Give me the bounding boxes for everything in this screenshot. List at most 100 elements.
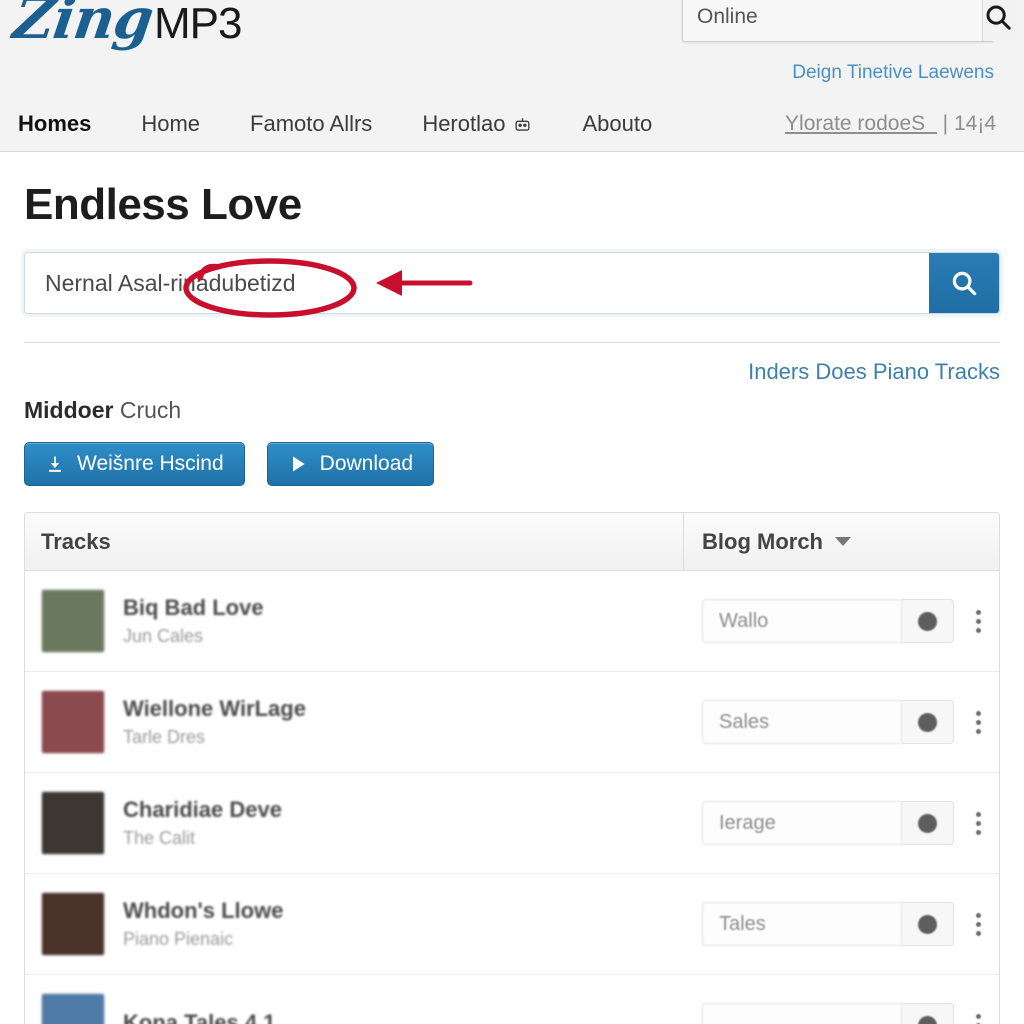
tracks-table-body: Biq Bad Love Jun Cales Wallo Wiellone WirLa…: [25, 571, 999, 1024]
header-search-box[interactable]: [682, 0, 1013, 42]
gear-icon: [918, 712, 937, 732]
track-info[interactable]: Charidiae Deve The Calit: [25, 791, 684, 855]
gear-icon: [918, 611, 937, 631]
table-row[interactable]: Wiellone WirLage Tarle Dres Sales: [25, 672, 999, 773]
tracks-table: Tracks Blog Morch Biq Bad Love Jun Cales W…: [24, 512, 1000, 1024]
logo-zing-text: Zing: [9, 0, 157, 52]
track-text: Wiellone WirLage Tarle Dres: [123, 696, 306, 748]
track-actions: Sales: [684, 700, 999, 744]
piano-link-row: Inders Does Piano Tracks: [24, 359, 1000, 385]
primary-search-box[interactable]: [24, 252, 1000, 314]
kebab-dot: [976, 820, 981, 826]
logo[interactable]: Zing MP3: [9, 0, 242, 52]
track-thumbnail: [41, 690, 105, 754]
track-settings-button[interactable]: [902, 700, 954, 744]
track-actions: Wallo: [684, 599, 999, 643]
track-tag-field[interactable]: Wallo: [702, 599, 902, 643]
track-thumbnail: [41, 892, 105, 956]
page-root: Zing MP3 Deign Tinetive Laewens Homes Ho…: [0, 0, 1024, 1024]
section-subheading: Middoer Cruch: [24, 397, 1000, 424]
chevron-down-icon: [835, 537, 851, 546]
track-title: Charidiae Deve: [123, 797, 282, 822]
table-row[interactable]: Charidiae Deve The Calit Ierage: [25, 773, 999, 874]
track-more-menu-button[interactable]: [976, 811, 981, 835]
site-header: Zing MP3 Deign Tinetive Laewens Homes Ho…: [0, 0, 1024, 152]
track-info[interactable]: Whdon's Llowe Piano Pienaic: [25, 892, 684, 956]
track-tag-field[interactable]: [702, 1003, 902, 1024]
track-settings-button[interactable]: [902, 599, 954, 643]
track-settings-button[interactable]: [902, 902, 954, 946]
nav-item-home[interactable]: Home: [141, 111, 200, 137]
column-header-blog-morch[interactable]: Blog Morch: [684, 513, 999, 570]
track-thumbnail: [41, 791, 105, 855]
search-submit-button[interactable]: [929, 253, 999, 313]
header-search-input[interactable]: [683, 0, 982, 41]
track-artist: Jun Cales: [123, 626, 204, 646]
nav-item-label: Home: [141, 111, 201, 136]
track-title: Kona Tales 4 1: [123, 1009, 276, 1024]
subheading-bold: Middoer: [24, 397, 114, 423]
track-tag-field[interactable]: Sales: [702, 700, 902, 744]
track-more-menu-button[interactable]: [976, 912, 981, 936]
track-more-menu-button[interactable]: [976, 609, 981, 633]
kebab-dot: [976, 728, 981, 734]
track-more-menu-button[interactable]: [976, 710, 981, 734]
track-settings-button[interactable]: [902, 1003, 954, 1024]
table-row[interactable]: Whdon's Llowe Piano Pienaic Tales: [25, 874, 999, 975]
logo-mp3-text: MP3: [154, 0, 242, 48]
nav-item-abouto[interactable]: Abouto: [582, 111, 652, 137]
track-actions: Tales: [684, 902, 999, 946]
track-title: Biq Bad Love: [123, 595, 264, 620]
play-icon: [292, 456, 305, 472]
gear-icon: [918, 914, 937, 934]
nav-item-herotlao[interactable]: Herotlao: [422, 111, 532, 137]
track-info[interactable]: Kona Tales 4 1: [25, 993, 684, 1024]
track-tag-field[interactable]: Ierage: [702, 801, 902, 845]
nav-item-homes[interactable]: Homes: [18, 111, 91, 137]
kebab-dot: [976, 829, 981, 835]
track-thumbnail: [41, 993, 105, 1024]
nav-item-label: Abouto: [582, 111, 653, 136]
nav-account-suffix: | 14¡4: [942, 112, 996, 135]
nav-account-status[interactable]: Ylorate rodoeS_ | 14¡4: [785, 112, 996, 136]
track-title: Whdon's Llowe: [123, 898, 284, 923]
header-promo-links[interactable]: Deign Tinetive Laewens: [792, 62, 994, 84]
track-info[interactable]: Wiellone WirLage Tarle Dres: [25, 690, 684, 754]
kebab-dot: [976, 921, 981, 927]
kebab-dot: [976, 710, 981, 716]
kebab-dot: [976, 930, 981, 936]
action-button-row: Weišnre Hscind Download: [24, 442, 1000, 486]
search-icon: [952, 271, 977, 296]
gear-icon: [918, 1015, 937, 1024]
gear-icon: [918, 813, 937, 833]
search-icon: [986, 5, 1011, 30]
search-input[interactable]: [25, 253, 929, 313]
track-artist: Piano Pienaic: [123, 929, 234, 949]
track-actions: [684, 1003, 999, 1024]
subheading-rest: Cruch: [119, 397, 182, 423]
nav-item-famoto-allrs[interactable]: Famoto Allrs: [250, 111, 372, 137]
track-artist: The Calit: [123, 828, 196, 848]
track-thumbnail: [41, 589, 105, 653]
track-tag-field[interactable]: Tales: [702, 902, 902, 946]
section-divider: [24, 342, 1000, 343]
table-row[interactable]: Kona Tales 4 1: [25, 975, 999, 1024]
kebab-dot: [976, 1013, 981, 1019]
tracks-table-header: Tracks Blog Morch: [25, 513, 999, 571]
track-more-menu-button[interactable]: [976, 1013, 981, 1024]
track-settings-button[interactable]: [902, 801, 954, 845]
nav-account-link[interactable]: Ylorate rodoeS_: [785, 112, 937, 135]
table-row[interactable]: Biq Bad Love Jun Cales Wallo: [25, 571, 999, 672]
listen-download-button[interactable]: Weišnre Hscind: [24, 442, 245, 486]
column-header-tracks: Tracks: [25, 513, 684, 570]
listen-download-label: Weišnre Hscind: [77, 452, 224, 475]
piano-tracks-link[interactable]: Inders Does Piano Tracks: [748, 359, 1000, 384]
kebab-dot: [976, 609, 981, 615]
download-icon: [49, 456, 61, 472]
header-search-button[interactable]: [982, 0, 1013, 41]
download-button[interactable]: Download: [266, 442, 435, 486]
kebab-dot: [976, 618, 981, 624]
main-content: Endless Love Inders Does Piano Tracks Mi…: [0, 180, 1024, 1024]
track-text: Biq Bad Love Jun Cales: [123, 595, 264, 647]
track-info[interactable]: Biq Bad Love Jun Cales: [25, 589, 684, 653]
